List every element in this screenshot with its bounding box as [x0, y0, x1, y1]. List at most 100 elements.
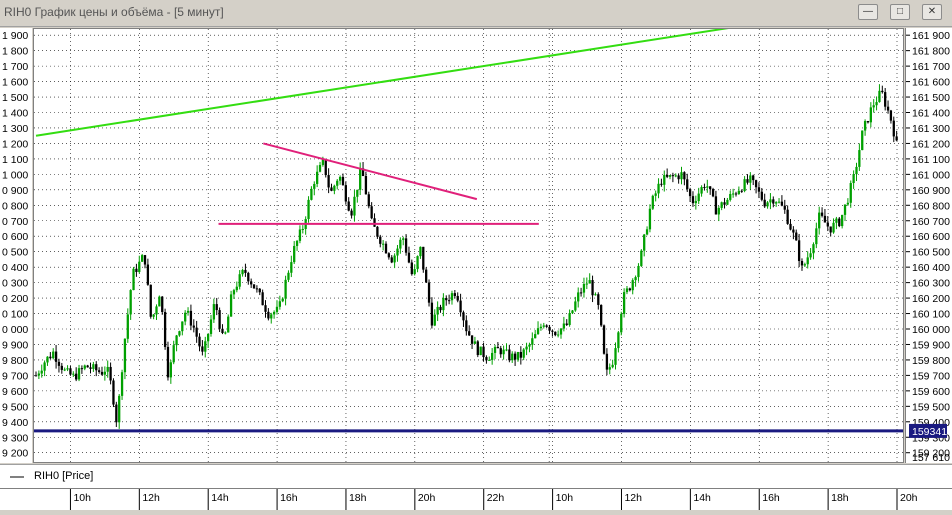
candle	[324, 158, 327, 178]
right-tick-label: 160 700	[912, 216, 950, 228]
candle-body	[797, 240, 801, 262]
candle-body	[889, 110, 893, 121]
minimize-icon[interactable]: —	[858, 4, 878, 20]
candle	[89, 362, 92, 374]
candle	[57, 358, 61, 373]
candle	[140, 253, 144, 262]
candle	[849, 180, 852, 208]
candle	[691, 191, 695, 207]
candle	[757, 182, 761, 199]
left-tick-label: 1 800	[2, 46, 28, 58]
candle-body	[602, 325, 606, 354]
candle-body	[295, 240, 299, 246]
candle	[218, 307, 221, 332]
candle-body	[740, 190, 743, 192]
candle	[671, 172, 675, 183]
left-tick-label: 0 100	[2, 309, 28, 321]
candle	[163, 308, 167, 350]
candle-body	[482, 346, 485, 358]
candle-body	[700, 187, 703, 194]
candle	[513, 351, 517, 366]
candle-body	[815, 228, 818, 245]
left-tick-label: 1 100	[2, 154, 28, 166]
candle-body	[711, 189, 715, 197]
candle-body	[637, 265, 640, 278]
candle	[209, 314, 213, 337]
candle	[508, 344, 511, 363]
candle	[313, 181, 316, 196]
candle	[83, 364, 86, 371]
candle	[433, 309, 436, 327]
candle	[835, 216, 838, 230]
candle-body	[290, 262, 293, 273]
candle-body	[310, 188, 313, 200]
price-chart-svg[interactable]	[34, 24, 903, 462]
candle	[625, 285, 629, 295]
candle-body	[786, 209, 789, 224]
candle	[582, 277, 586, 298]
candle-body	[772, 199, 775, 204]
candle	[275, 300, 279, 315]
candle	[783, 199, 786, 214]
candle-body	[433, 314, 436, 326]
left-tick-label: 9 200	[2, 448, 28, 460]
candle-body	[77, 368, 81, 380]
candle	[146, 258, 150, 286]
price-chart-area[interactable]	[33, 24, 904, 463]
candle-body	[123, 338, 127, 373]
right-tick-label: 161 600	[912, 77, 950, 89]
candle	[565, 319, 568, 326]
candle-body	[393, 255, 396, 263]
time-tick-label: 20h	[900, 492, 918, 504]
candle	[63, 367, 66, 372]
candle	[709, 186, 712, 195]
candle	[706, 179, 709, 193]
candle	[861, 130, 864, 151]
candle	[579, 287, 583, 297]
candle-body	[628, 288, 631, 291]
candle-body	[106, 366, 109, 372]
candle	[777, 198, 781, 204]
candle	[169, 359, 172, 384]
candle	[95, 361, 98, 377]
candle	[69, 365, 72, 376]
candle	[660, 178, 663, 187]
candle	[622, 288, 626, 318]
candle-body	[178, 331, 181, 336]
candle-body	[232, 290, 236, 295]
candle	[152, 314, 155, 320]
candle	[559, 328, 563, 339]
candle-body	[777, 201, 781, 203]
candle	[809, 248, 812, 260]
candle-body	[757, 187, 761, 192]
candle-body	[387, 253, 391, 258]
candle-body	[476, 341, 479, 356]
candle-body	[594, 294, 597, 296]
candle	[648, 204, 652, 233]
candle	[602, 324, 606, 355]
candle-body	[694, 201, 697, 204]
candle	[422, 246, 425, 273]
candle	[135, 263, 138, 277]
close-icon[interactable]: ✕	[922, 4, 942, 20]
candle	[763, 193, 766, 208]
candle-body	[34, 375, 38, 377]
candle	[539, 323, 543, 331]
candle-body	[422, 246, 425, 270]
candle-body	[115, 404, 118, 423]
left-tick-label: 0 000	[2, 324, 28, 336]
candle-body	[591, 280, 594, 296]
candle-body	[155, 306, 158, 315]
candle	[746, 174, 749, 185]
candle	[637, 263, 640, 282]
candle-body	[72, 373, 75, 375]
candle	[445, 295, 448, 306]
candle	[683, 171, 686, 186]
candle-body	[539, 326, 543, 329]
candle-body	[714, 196, 718, 215]
left-tick-label: 0 700	[2, 216, 28, 228]
candle	[229, 290, 233, 317]
candle-body	[381, 243, 385, 245]
restore-icon[interactable]: □	[890, 4, 910, 20]
time-tick-label: 20h	[418, 492, 436, 504]
